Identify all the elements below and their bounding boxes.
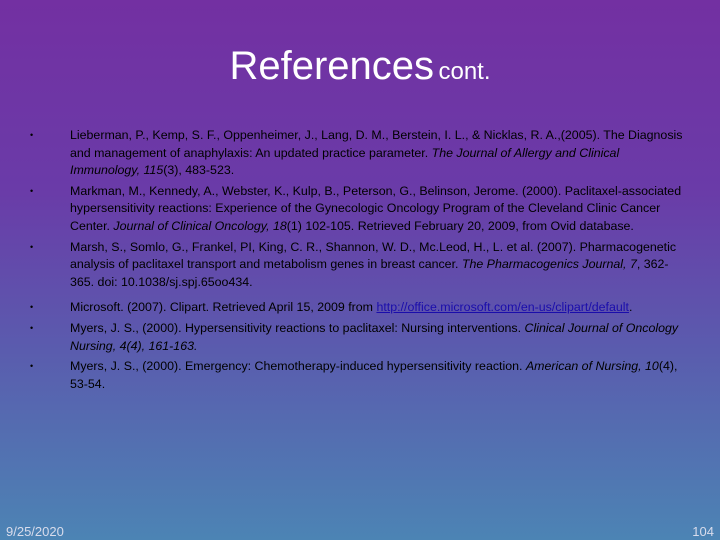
title-sub: cont. [438,58,491,85]
bullet-icon: • [30,302,34,313]
reference-detail: (1) 102-105. Retrieved February 20, 2009… [286,218,634,233]
clipart-link[interactable]: http://office.microsoft.com/en-us/clipar… [376,300,629,314]
reference-item-marsh: • Marsh, S., Somlo, G., Frankel, PI, Kin… [30,239,690,292]
bullet-icon: • [30,361,34,372]
reference-detail: . [628,300,633,315]
reference-item-markman: • Markman, M., Kennedy, A., Webster, K.,… [30,183,690,236]
page-number: 104 [692,524,714,539]
reference-item-lieberman: • Lieberman, P., Kemp, S. F., Oppenheime… [30,127,690,180]
reference-journal: The Pharmacogenics Journal, 7 [461,257,637,272]
bullet-icon: • [30,322,34,333]
reference-journal: American of Nursing, 10 [525,359,659,374]
footer-date: 9/25/2020 [6,524,64,539]
reference-text: Myers, J. S., (2000). Hypersensitivity r… [70,320,525,335]
title-main: References [229,44,435,88]
reference-item-myers-emergency: • Myers, J. S., (2000). Emergency: Chemo… [30,358,690,393]
reference-journal: Journal of Clinical Oncology, 18 [113,218,287,233]
reference-item-microsoft: • Microsoft. (2007). Clipart. Retrieved … [30,299,690,317]
reference-item-myers-nursing: • Myers, J. S., (2000). Hypersensitivity… [30,320,690,355]
slide-title: References cont. [0,44,720,89]
bullet-icon: • [30,185,34,196]
reference-list: • Lieberman, P., Kemp, S. F., Oppenheime… [30,127,690,393]
reference-detail: (3), 483-523. [163,163,235,178]
bullet-icon: • [30,130,34,140]
reference-text: Myers, J. S., (2000). Emergency: Chemoth… [70,359,526,374]
reference-text: Microsoft. (2007). Clipart. Retrieved Ap… [70,300,377,315]
bullet-icon: • [30,241,34,252]
